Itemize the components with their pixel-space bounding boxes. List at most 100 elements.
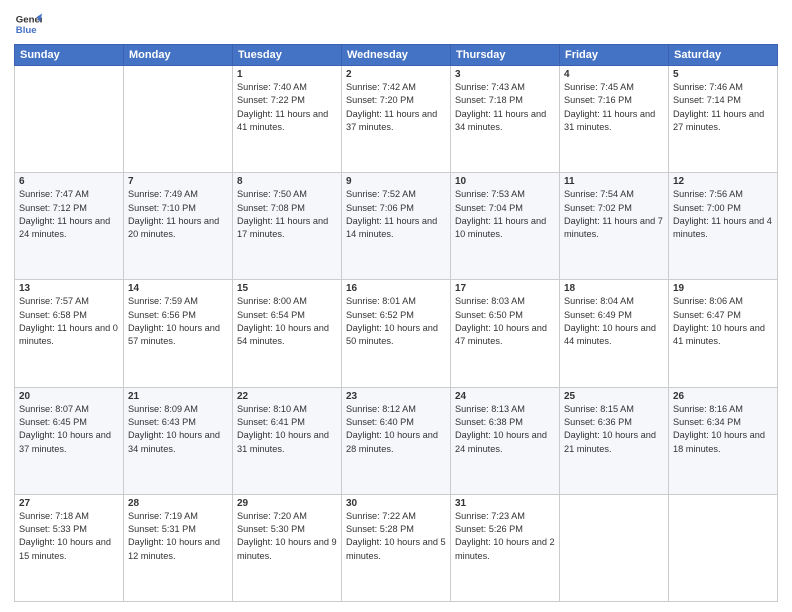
day-number: 14 — [128, 283, 228, 294]
weekday-header-sunday: Sunday — [15, 45, 124, 66]
week-row-1: 1Sunrise: 7:40 AMSunset: 7:22 PMDaylight… — [15, 66, 778, 173]
calendar-cell: 31Sunrise: 7:23 AMSunset: 5:26 PMDayligh… — [451, 494, 560, 601]
day-number: 6 — [19, 176, 119, 187]
calendar-cell: 18Sunrise: 8:04 AMSunset: 6:49 PMDayligh… — [560, 280, 669, 387]
weekday-header-thursday: Thursday — [451, 45, 560, 66]
day-number: 17 — [455, 283, 555, 294]
svg-text:Blue: Blue — [16, 25, 37, 36]
day-number: 3 — [455, 69, 555, 80]
day-info: Sunrise: 7:19 AMSunset: 5:31 PMDaylight:… — [128, 510, 228, 563]
weekday-header-saturday: Saturday — [669, 45, 778, 66]
day-number: 20 — [19, 391, 119, 402]
calendar-cell: 23Sunrise: 8:12 AMSunset: 6:40 PMDayligh… — [342, 387, 451, 494]
calendar-cell: 29Sunrise: 7:20 AMSunset: 5:30 PMDayligh… — [233, 494, 342, 601]
day-number: 8 — [237, 176, 337, 187]
day-info: Sunrise: 7:50 AMSunset: 7:08 PMDaylight:… — [237, 188, 337, 241]
svg-text:General: General — [16, 14, 42, 25]
day-number: 30 — [346, 498, 446, 509]
day-number: 31 — [455, 498, 555, 509]
day-info: Sunrise: 7:45 AMSunset: 7:16 PMDaylight:… — [564, 81, 664, 134]
calendar-cell — [560, 494, 669, 601]
logo-icon: General Blue — [14, 10, 42, 38]
calendar-cell: 19Sunrise: 8:06 AMSunset: 6:47 PMDayligh… — [669, 280, 778, 387]
day-info: Sunrise: 7:47 AMSunset: 7:12 PMDaylight:… — [19, 188, 119, 241]
calendar-cell — [124, 66, 233, 173]
calendar-cell: 1Sunrise: 7:40 AMSunset: 7:22 PMDaylight… — [233, 66, 342, 173]
day-number: 21 — [128, 391, 228, 402]
calendar-cell: 6Sunrise: 7:47 AMSunset: 7:12 PMDaylight… — [15, 173, 124, 280]
day-number: 25 — [564, 391, 664, 402]
day-info: Sunrise: 8:04 AMSunset: 6:49 PMDaylight:… — [564, 295, 664, 348]
day-info: Sunrise: 7:40 AMSunset: 7:22 PMDaylight:… — [237, 81, 337, 134]
day-info: Sunrise: 7:22 AMSunset: 5:28 PMDaylight:… — [346, 510, 446, 563]
calendar-cell — [15, 66, 124, 173]
day-info: Sunrise: 7:43 AMSunset: 7:18 PMDaylight:… — [455, 81, 555, 134]
calendar-cell: 22Sunrise: 8:10 AMSunset: 6:41 PMDayligh… — [233, 387, 342, 494]
day-number: 18 — [564, 283, 664, 294]
calendar-cell: 11Sunrise: 7:54 AMSunset: 7:02 PMDayligh… — [560, 173, 669, 280]
day-number: 2 — [346, 69, 446, 80]
day-number: 23 — [346, 391, 446, 402]
week-row-4: 20Sunrise: 8:07 AMSunset: 6:45 PMDayligh… — [15, 387, 778, 494]
calendar-cell: 2Sunrise: 7:42 AMSunset: 7:20 PMDaylight… — [342, 66, 451, 173]
weekday-header-friday: Friday — [560, 45, 669, 66]
day-info: Sunrise: 8:09 AMSunset: 6:43 PMDaylight:… — [128, 403, 228, 456]
calendar-cell: 27Sunrise: 7:18 AMSunset: 5:33 PMDayligh… — [15, 494, 124, 601]
day-info: Sunrise: 8:10 AMSunset: 6:41 PMDaylight:… — [237, 403, 337, 456]
day-number: 22 — [237, 391, 337, 402]
calendar-cell: 8Sunrise: 7:50 AMSunset: 7:08 PMDaylight… — [233, 173, 342, 280]
day-number: 16 — [346, 283, 446, 294]
week-row-3: 13Sunrise: 7:57 AMSunset: 6:58 PMDayligh… — [15, 280, 778, 387]
calendar-cell: 14Sunrise: 7:59 AMSunset: 6:56 PMDayligh… — [124, 280, 233, 387]
calendar: SundayMondayTuesdayWednesdayThursdayFrid… — [14, 44, 778, 602]
day-info: Sunrise: 7:53 AMSunset: 7:04 PMDaylight:… — [455, 188, 555, 241]
day-info: Sunrise: 8:06 AMSunset: 6:47 PMDaylight:… — [673, 295, 773, 348]
day-info: Sunrise: 7:46 AMSunset: 7:14 PMDaylight:… — [673, 81, 773, 134]
calendar-cell: 28Sunrise: 7:19 AMSunset: 5:31 PMDayligh… — [124, 494, 233, 601]
calendar-cell: 7Sunrise: 7:49 AMSunset: 7:10 PMDaylight… — [124, 173, 233, 280]
day-info: Sunrise: 8:01 AMSunset: 6:52 PMDaylight:… — [346, 295, 446, 348]
calendar-cell: 16Sunrise: 8:01 AMSunset: 6:52 PMDayligh… — [342, 280, 451, 387]
day-number: 1 — [237, 69, 337, 80]
day-number: 15 — [237, 283, 337, 294]
day-number: 5 — [673, 69, 773, 80]
day-number: 7 — [128, 176, 228, 187]
week-row-5: 27Sunrise: 7:18 AMSunset: 5:33 PMDayligh… — [15, 494, 778, 601]
calendar-cell: 17Sunrise: 8:03 AMSunset: 6:50 PMDayligh… — [451, 280, 560, 387]
weekday-header-wednesday: Wednesday — [342, 45, 451, 66]
calendar-cell: 25Sunrise: 8:15 AMSunset: 6:36 PMDayligh… — [560, 387, 669, 494]
day-info: Sunrise: 8:00 AMSunset: 6:54 PMDaylight:… — [237, 295, 337, 348]
week-row-2: 6Sunrise: 7:47 AMSunset: 7:12 PMDaylight… — [15, 173, 778, 280]
day-info: Sunrise: 8:13 AMSunset: 6:38 PMDaylight:… — [455, 403, 555, 456]
day-info: Sunrise: 7:52 AMSunset: 7:06 PMDaylight:… — [346, 188, 446, 241]
day-number: 19 — [673, 283, 773, 294]
day-number: 4 — [564, 69, 664, 80]
day-number: 27 — [19, 498, 119, 509]
weekday-header-monday: Monday — [124, 45, 233, 66]
day-info: Sunrise: 7:18 AMSunset: 5:33 PMDaylight:… — [19, 510, 119, 563]
day-number: 29 — [237, 498, 337, 509]
calendar-cell: 30Sunrise: 7:22 AMSunset: 5:28 PMDayligh… — [342, 494, 451, 601]
day-number: 12 — [673, 176, 773, 187]
day-number: 10 — [455, 176, 555, 187]
day-info: Sunrise: 7:54 AMSunset: 7:02 PMDaylight:… — [564, 188, 664, 241]
day-number: 26 — [673, 391, 773, 402]
header: General Blue — [14, 10, 778, 38]
calendar-cell: 24Sunrise: 8:13 AMSunset: 6:38 PMDayligh… — [451, 387, 560, 494]
day-number: 28 — [128, 498, 228, 509]
day-info: Sunrise: 8:03 AMSunset: 6:50 PMDaylight:… — [455, 295, 555, 348]
weekday-header-row: SundayMondayTuesdayWednesdayThursdayFrid… — [15, 45, 778, 66]
day-info: Sunrise: 8:16 AMSunset: 6:34 PMDaylight:… — [673, 403, 773, 456]
weekday-header-tuesday: Tuesday — [233, 45, 342, 66]
day-info: Sunrise: 8:07 AMSunset: 6:45 PMDaylight:… — [19, 403, 119, 456]
calendar-cell: 5Sunrise: 7:46 AMSunset: 7:14 PMDaylight… — [669, 66, 778, 173]
calendar-cell: 20Sunrise: 8:07 AMSunset: 6:45 PMDayligh… — [15, 387, 124, 494]
calendar-cell: 10Sunrise: 7:53 AMSunset: 7:04 PMDayligh… — [451, 173, 560, 280]
day-number: 13 — [19, 283, 119, 294]
day-number: 24 — [455, 391, 555, 402]
calendar-cell: 15Sunrise: 8:00 AMSunset: 6:54 PMDayligh… — [233, 280, 342, 387]
day-info: Sunrise: 7:56 AMSunset: 7:00 PMDaylight:… — [673, 188, 773, 241]
calendar-cell — [669, 494, 778, 601]
calendar-cell: 13Sunrise: 7:57 AMSunset: 6:58 PMDayligh… — [15, 280, 124, 387]
calendar-cell: 12Sunrise: 7:56 AMSunset: 7:00 PMDayligh… — [669, 173, 778, 280]
